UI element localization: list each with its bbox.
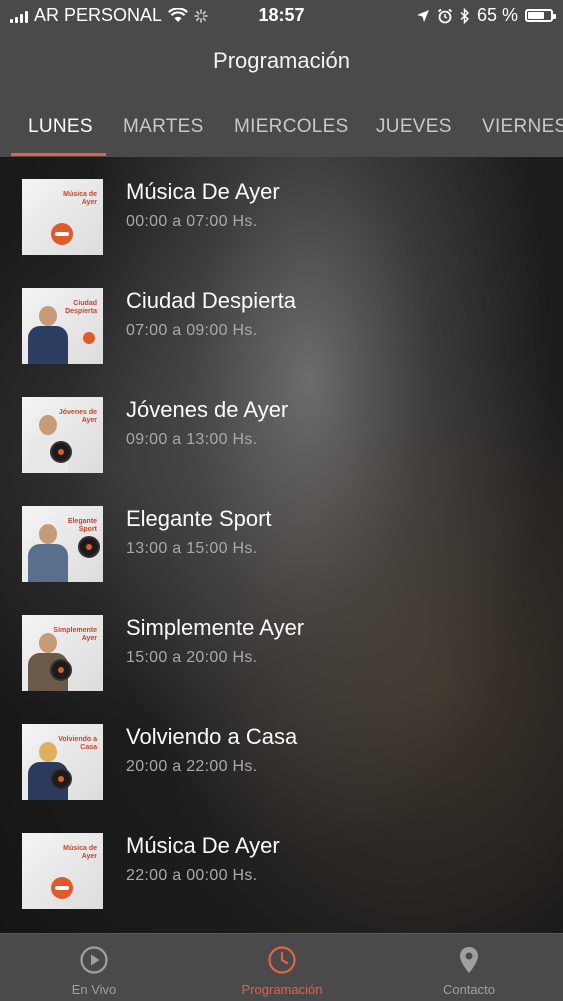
program-row[interactable]: Simplemente Ayer Simplemente Ayer 15:00 … (0, 593, 563, 693)
tab-contacto[interactable]: Contacto (375, 934, 563, 1001)
tab-jueves[interactable]: JUEVES (376, 116, 452, 138)
vinyl-record-icon (78, 536, 100, 558)
battery-icon (525, 9, 556, 22)
page-title: Programación (213, 48, 350, 73)
tab-miercoles[interactable]: MIERCOLES (234, 116, 349, 138)
thumbnail-caption: Música de Ayer (63, 191, 97, 206)
thumbnail-caption: Música de Ayer (63, 845, 97, 860)
program-row[interactable]: Volviendo a Casa Volviendo a Casa 20:00 … (0, 702, 563, 802)
vinyl-record-icon (50, 659, 72, 681)
program-time: 15:00 a 20:00 Hs. (126, 649, 258, 666)
bluetooth-icon (460, 7, 470, 24)
program-name: Ciudad Despierta (126, 288, 296, 313)
day-tabs: LUNES MARTES MIERCOLES JUEVES VIERNES (0, 106, 563, 157)
tab-martes[interactable]: MARTES (123, 116, 204, 138)
program-thumbnail: Simplemente Ayer (22, 615, 103, 691)
program-list: Música de Ayer Música De Ayer 00:00 a 07… (0, 157, 563, 933)
active-tab-indicator (11, 153, 106, 156)
program-time: 09:00 a 13:00 Hs. (126, 431, 258, 448)
play-circle-icon (80, 946, 108, 974)
battery-percent: 65 % (476, 5, 518, 25)
program-row[interactable]: Elegante Sport Elegante Sport 13:00 a 15… (0, 484, 563, 584)
tab-en-vivo[interactable]: En Vivo (0, 934, 188, 1001)
vinyl-record-icon (50, 768, 72, 790)
program-row[interactable]: Música de Ayer Música De Ayer 00:00 a 07… (0, 157, 563, 257)
program-name: Jóvenes de Ayer (126, 397, 289, 422)
program-time: 22:00 a 00:00 Hs. (126, 867, 258, 884)
program-thumbnail: Música de Ayer (22, 179, 103, 255)
program-time: 00:00 a 07:00 Hs. (126, 213, 258, 230)
program-name: Volviendo a Casa (126, 724, 298, 749)
header: Programación LUNES MARTES MIERCOLES JUEV… (0, 30, 563, 157)
program-time: 13:00 a 15:00 Hs. (126, 540, 258, 557)
radio-logo-icon (51, 877, 73, 899)
program-name: Simplemente Ayer (126, 615, 305, 640)
program-thumbnail: Música de Ayer (22, 833, 103, 909)
program-thumbnail: Ciudad Despierta (22, 288, 103, 364)
program-name: Música De Ayer (126, 179, 280, 204)
program-thumbnail: Volviendo a Casa (22, 724, 103, 800)
alarm-icon (437, 8, 453, 23)
tab-programacion-label: Programación (241, 982, 323, 997)
bottom-tab-bar: En Vivo Programación Contacto (0, 933, 563, 1001)
host-photo (28, 524, 68, 582)
program-time: 20:00 a 22:00 Hs. (126, 758, 258, 775)
program-row[interactable]: Ciudad Despierta Ciudad Despierta 07:00 … (0, 266, 563, 366)
vinyl-record-icon (50, 441, 72, 463)
location-arrow-icon (416, 9, 429, 22)
program-time: 07:00 a 09:00 Hs. (126, 322, 258, 339)
tab-lunes[interactable]: LUNES (28, 116, 93, 138)
program-name: Música De Ayer (126, 833, 280, 858)
tab-viernes[interactable]: VIERNES (482, 116, 563, 138)
program-row[interactable]: Música de Ayer Música De Ayer 22:00 a 00… (0, 811, 563, 911)
program-name: Elegante Sport (126, 506, 272, 531)
program-thumbnail: Elegante Sport (22, 506, 103, 582)
tab-contacto-label: Contacto (442, 982, 496, 997)
clock-icon (268, 946, 296, 974)
status-bar: AR PERSONAL 18:57 65 % (0, 0, 563, 30)
radio-logo-icon (83, 332, 95, 344)
tab-programacion[interactable]: Programación (188, 934, 376, 1001)
status-right: 65 % (416, 5, 556, 26)
program-thumbnail: Jóvenes de Ayer (22, 397, 103, 473)
radio-logo-icon (51, 223, 73, 245)
location-pin-icon (460, 947, 478, 973)
tab-en-vivo-label: En Vivo (71, 982, 117, 997)
program-row[interactable]: Jóvenes de Ayer Jóvenes de Ayer 09:00 a … (0, 375, 563, 475)
host-photo (28, 306, 68, 364)
